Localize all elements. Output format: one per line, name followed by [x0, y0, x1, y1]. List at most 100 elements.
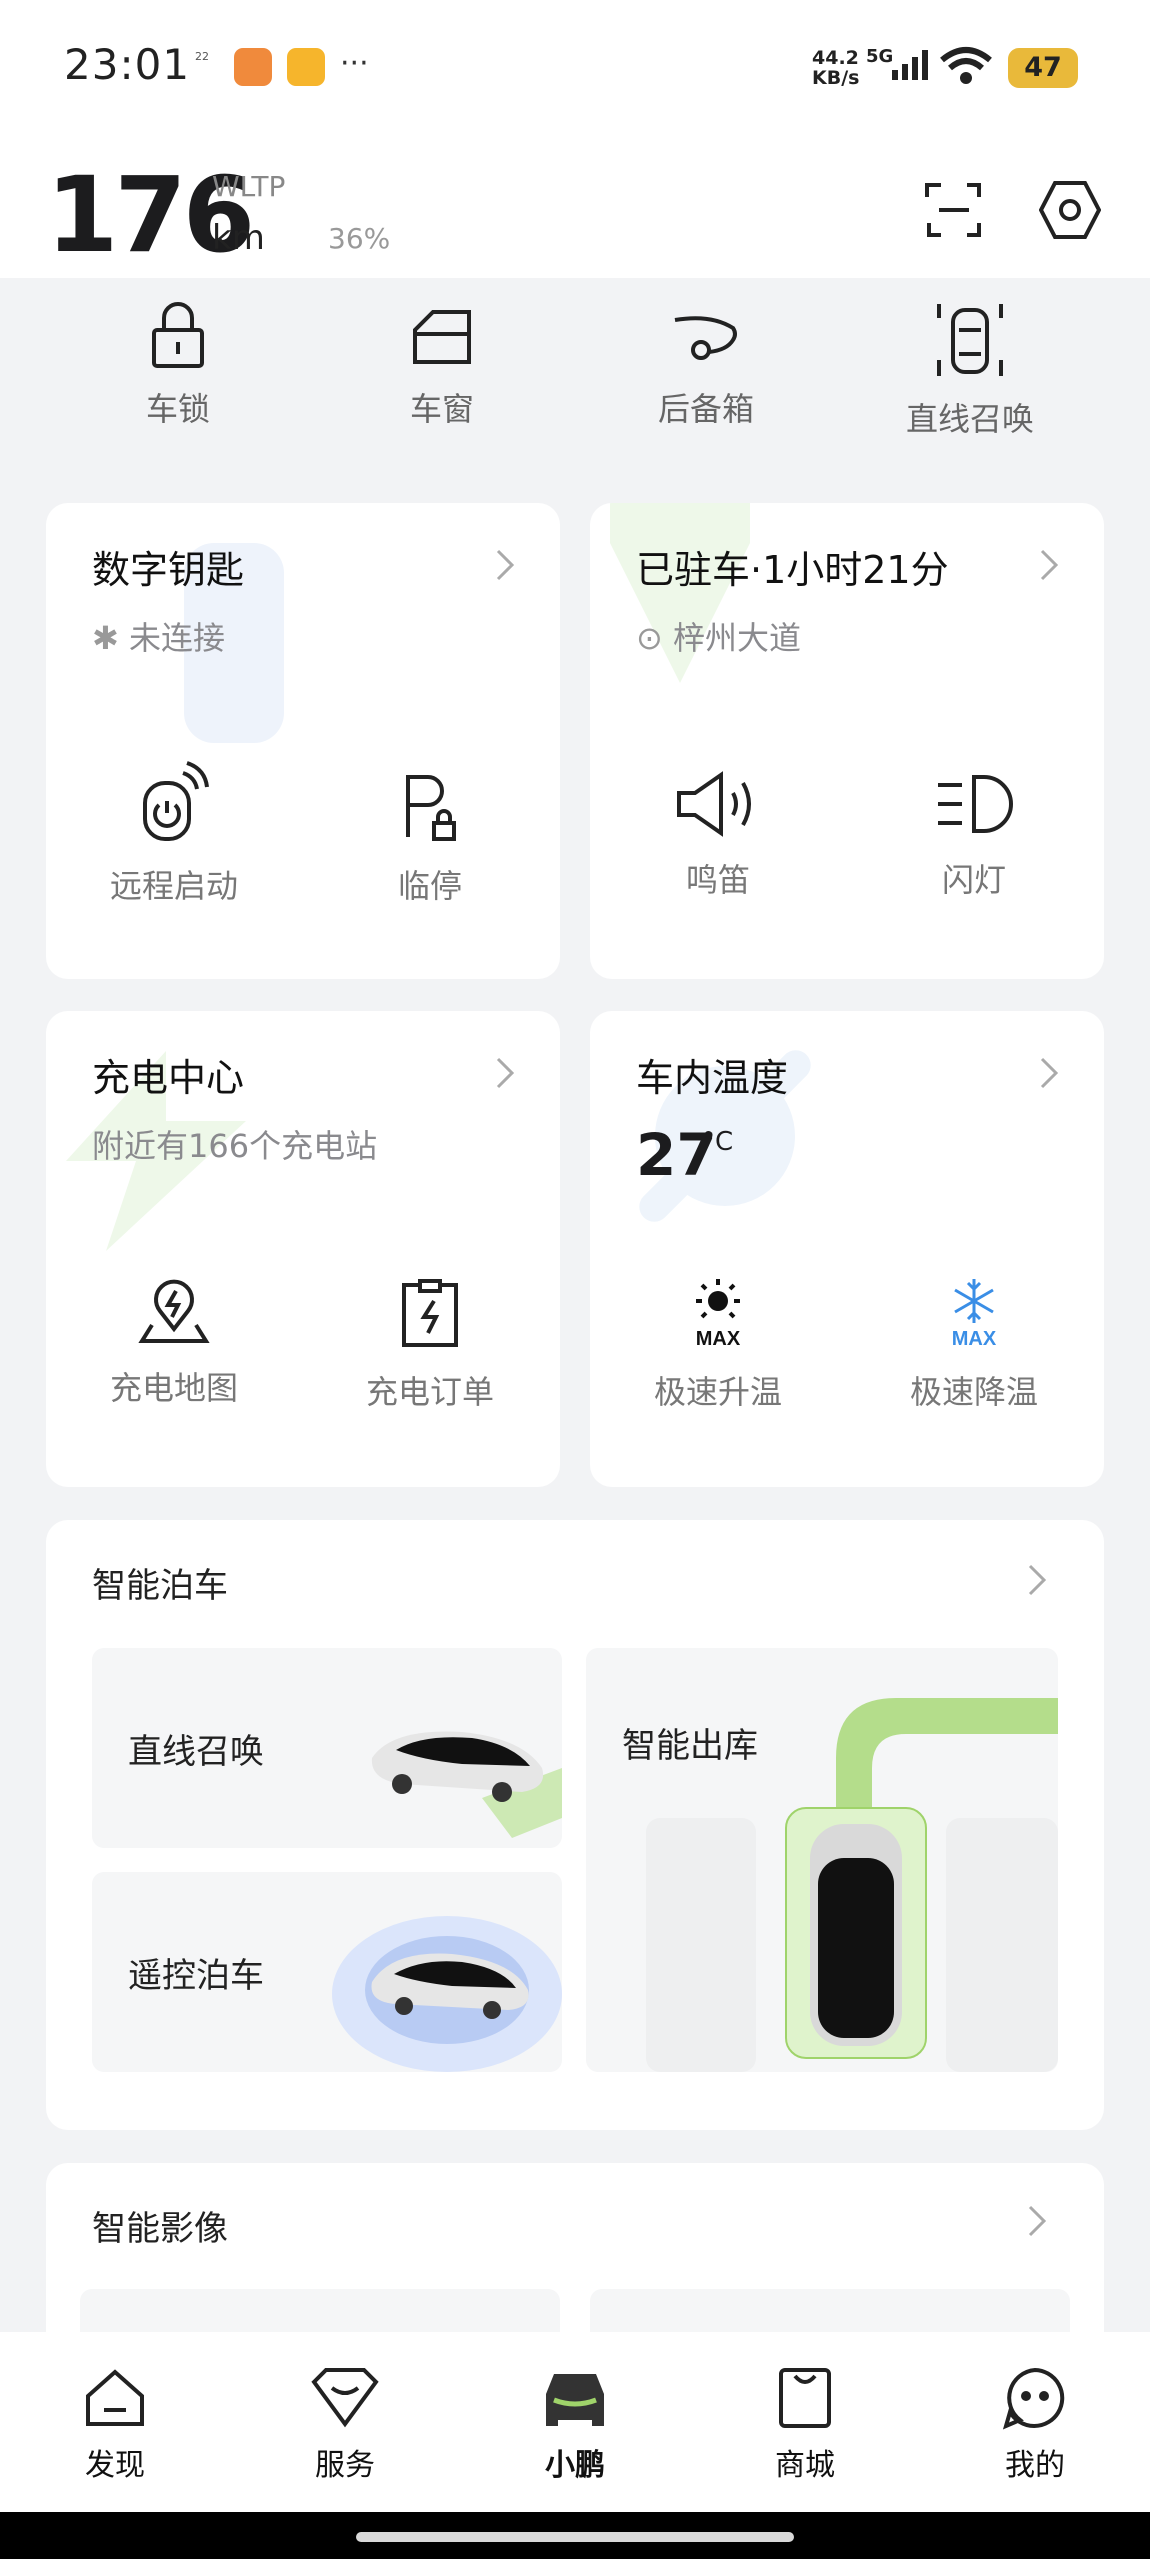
trunk-button[interactable]: 后备箱: [606, 300, 806, 430]
parked-title: 已驻车·1小时21分: [636, 548, 949, 592]
nav-discover[interactable]: 发现: [45, 2366, 185, 2484]
window-button[interactable]: 车窗: [342, 300, 542, 430]
straight-summon-tile[interactable]: 直线召唤: [92, 1648, 562, 1848]
temp-parking-icon: [406, 775, 456, 841]
summon-label: 直线召唤: [905, 400, 1034, 438]
nav-profile[interactable]: 我的: [965, 2366, 1105, 2484]
auto-exit-tile[interactable]: 智能出库: [586, 1648, 1058, 2072]
remote-start-button[interactable]: 远程启动: [74, 761, 274, 907]
temp-parking-label: 临停: [397, 867, 462, 905]
chevron-right-icon: [1028, 1564, 1047, 1596]
charging-order-label: 充电订单: [365, 1373, 494, 1411]
temp-parking-button[interactable]: 临停: [330, 771, 530, 907]
trunk-icon: [674, 316, 737, 360]
wifi-icon: [940, 47, 992, 84]
bluetooth-icon: ✱: [92, 619, 129, 657]
remote-parking-tile[interactable]: 遥控泊车: [92, 1872, 562, 2072]
digital-key-title: 数字钥匙: [92, 548, 245, 592]
weibo-app-icon: [287, 48, 325, 86]
shop-icon: [779, 2368, 831, 2428]
chevron-right-icon: [496, 1057, 515, 1089]
max-heat-text: MAX: [696, 1328, 741, 1349]
summon-button[interactable]: 直线召唤: [870, 300, 1070, 440]
scan-icon: [925, 183, 981, 237]
charging-order-icon: [402, 1279, 458, 1347]
charging-map-button[interactable]: 充电地图: [74, 1279, 274, 1409]
lock-button[interactable]: 车锁: [78, 300, 278, 430]
shopping-app-icon: [234, 48, 272, 86]
flash-lights-button[interactable]: 闪灯: [874, 771, 1074, 901]
nav-xpeng[interactable]: 小鹏: [505, 2366, 645, 2484]
nav-shop-label: 商城: [775, 2448, 835, 2483]
trunk-label: 后备箱: [657, 390, 754, 428]
car-remote-image: [332, 1916, 562, 2072]
status-bar: 23:01 22 ··· 44.2 KB/s 5G 47: [0, 0, 1150, 140]
summon-icon: [937, 304, 1003, 376]
nav-service-label: 服务: [315, 2448, 375, 2483]
bottom-nav: 发现 服务 小鹏 商城 我的: [0, 2332, 1150, 2512]
battery-percent: 36%: [328, 222, 391, 255]
profile-icon: [1002, 2367, 1065, 2430]
smart-camera-title: 智能影像: [92, 2209, 228, 2249]
network-type: 5G: [866, 46, 894, 67]
more-notifications-icon: ···: [340, 46, 369, 81]
nav-discover-label: 发现: [85, 2448, 145, 2483]
horn-label: 鸣笛: [685, 861, 750, 899]
home-indicator[interactable]: [356, 2532, 794, 2542]
flash-lights-label: 闪灯: [941, 861, 1006, 899]
charging-card[interactable]: 充电中心 附近有166个充电站 充电地图 充电订单: [46, 1011, 560, 1487]
max-cool-button[interactable]: MAX 极速降温: [874, 1279, 1074, 1413]
temperature-unit: °C: [702, 1127, 734, 1157]
nav-xpeng-label: 小鹏: [545, 2448, 605, 2483]
parked-location-text: 梓州大道: [672, 619, 801, 657]
range-header: 176 WLTP km 36%: [0, 140, 1150, 278]
digital-key-card[interactable]: 数字钥匙 ✱ 未连接 远程启动 临停: [46, 503, 560, 979]
lock-icon: [152, 302, 204, 368]
car-image: [371, 1731, 562, 1838]
net-speed-value: 44.2: [812, 47, 859, 69]
nav-profile-label: 我的: [1005, 2448, 1065, 2483]
nav-service[interactable]: 服务: [275, 2366, 415, 2484]
smart-parking-card[interactable]: 智能泊车 直线召唤 遥控泊车 智能出库: [46, 1520, 1104, 2130]
battery-indicator: 47: [1008, 48, 1078, 88]
horn-button[interactable]: 鸣笛: [618, 771, 818, 901]
max-heat-button[interactable]: MAX 极速升温: [618, 1279, 818, 1413]
parked-card[interactable]: 已驻车·1小时21分 ⊙ 梓州大道 鸣笛 闪灯: [590, 503, 1104, 979]
settings-button[interactable]: [1038, 178, 1102, 242]
settings-icon: [1039, 181, 1101, 239]
climate-card[interactable]: 车内温度 27 °C MAX 极速升温 MAX 极速降温: [590, 1011, 1104, 1487]
flash-lights-icon: [938, 775, 1013, 833]
smart-parking-title: 智能泊车: [92, 1566, 228, 1606]
key-status-text: 未连接: [128, 619, 225, 657]
max-cool-icon: MAX: [952, 1279, 997, 1349]
horn-icon: [677, 771, 751, 837]
remote-parking-label: 遥控泊车: [128, 1956, 264, 1996]
chevron-right-icon: [1028, 2205, 1047, 2237]
gesture-area: [0, 2512, 1150, 2559]
car-icon: [546, 2374, 604, 2426]
parked-location: ⊙ 梓州大道: [636, 613, 801, 659]
climate-title: 车内温度: [636, 1056, 789, 1100]
net-speed-unit: KB/s: [812, 67, 860, 89]
range-unit: km: [212, 218, 265, 258]
status-time: 23:01: [64, 40, 191, 89]
charging-subtitle: 附近有166个充电站: [92, 1127, 378, 1165]
lock-label: 车锁: [145, 390, 210, 428]
max-cool-label: 极速降温: [909, 1373, 1038, 1411]
charging-order-button[interactable]: 充电订单: [330, 1279, 530, 1413]
location-pin-icon: ⊙: [636, 619, 673, 657]
charging-map-icon: [138, 1279, 210, 1343]
key-status: ✱ 未连接: [92, 613, 225, 659]
net-speed: 44.2 KB/s: [812, 48, 859, 88]
chevron-right-icon: [1040, 549, 1059, 581]
calendar-icon: 22: [195, 50, 209, 63]
charging-title: 充电中心: [92, 1056, 245, 1100]
signal-icon: [892, 50, 928, 80]
window-label: 车窗: [409, 390, 474, 428]
max-cool-text: MAX: [952, 1328, 997, 1349]
scan-button[interactable]: [922, 178, 986, 242]
charging-map-label: 充电地图: [109, 1369, 238, 1407]
max-heat-label: 极速升温: [653, 1373, 782, 1411]
auto-exit-image: [646, 1698, 1058, 2072]
nav-shop[interactable]: 商城: [735, 2366, 875, 2484]
